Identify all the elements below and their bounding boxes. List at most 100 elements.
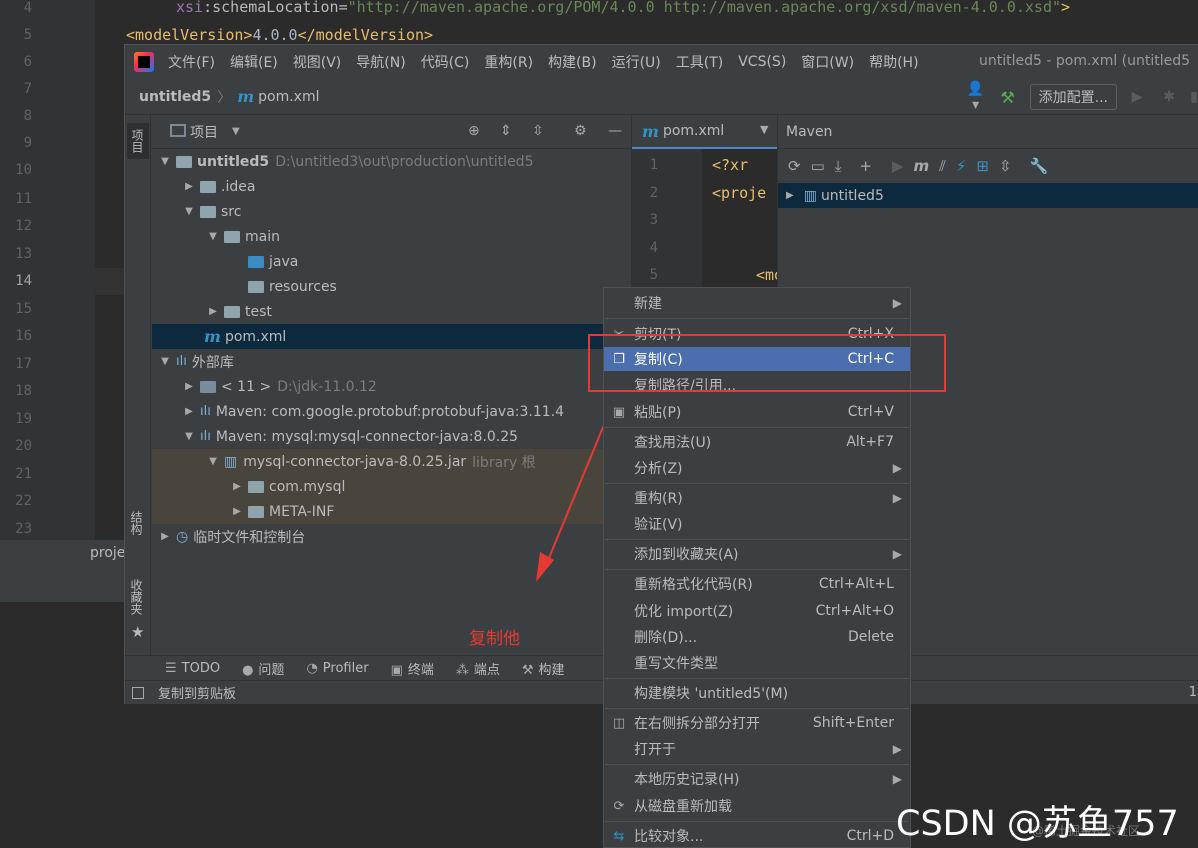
ctx-optimize-imports[interactable]: 优化 import(Z) Ctrl+Alt+O (604, 599, 910, 623)
ctx-open-in[interactable]: 打开于 ▶ (604, 737, 910, 761)
tree-item-resources[interactable]: resources (152, 274, 631, 299)
line-number: 5 (23, 27, 32, 43)
line-number: 13 (15, 246, 32, 262)
tool-profiler[interactable]: ◔ Profiler (306, 661, 368, 676)
download-icon[interactable]: ⤓ (835, 157, 842, 175)
folder-icon (224, 230, 240, 243)
ctx-build-module[interactable]: 构建模块 'untitled5'(M) (604, 681, 910, 705)
tree-item-jdk[interactable]: ▶ < 11 > D:\jdk-11.0.12 (152, 374, 631, 399)
chevron-down-icon[interactable]: ▼ (158, 356, 172, 367)
menu-code[interactable]: 代码(C) (421, 52, 470, 72)
menu-view[interactable]: 视图(V) (293, 52, 342, 72)
add-configuration-button[interactable]: 添加配置... (1029, 84, 1117, 110)
stop-icon[interactable]: ▮ (1189, 89, 1198, 105)
line-number: 11 (15, 191, 32, 207)
structure-tool-tab[interactable]: 结构 (128, 511, 145, 535)
breadcrumb-project[interactable]: untitled5 (139, 89, 211, 105)
menu-edit[interactable]: 编辑(E) (230, 52, 278, 72)
menu-refactor[interactable]: 重构(R) (484, 52, 533, 72)
minimize-icon[interactable]: — (608, 123, 622, 139)
tool-todo[interactable]: ☰ TODO (165, 661, 220, 676)
gear-icon[interactable]: ⚙ (574, 123, 587, 139)
tree-item-pom-xml[interactable]: m pom.xml (152, 324, 631, 349)
editor-tab-pom[interactable]: m pom.xml ▼ (632, 115, 777, 149)
tool-problems[interactable]: ● 问题 (242, 659, 284, 678)
tool-build[interactable]: ⚒ 构建 (522, 659, 565, 678)
project-panel-title[interactable]: 项目 (190, 122, 218, 142)
ctx-override-file-type[interactable]: 重写文件类型 (604, 651, 910, 675)
project-tool-tab[interactable]: 项目 (127, 123, 149, 159)
folder-reload-icon[interactable]: ▭ (811, 157, 825, 175)
ctx-reformat-code[interactable]: 重新格式化代码(R) Ctrl+Alt+L (604, 572, 910, 596)
tree-item-src[interactable]: ▼ src (152, 199, 631, 224)
tree-item-test[interactable]: ▶ test (152, 299, 631, 324)
maven-project-row[interactable]: ▶ ▥ untitled5 (778, 183, 1198, 208)
chevron-right-icon[interactable]: ▶ (230, 481, 244, 492)
ctx-find-usages[interactable]: 查找用法(U) Alt+F7 (604, 430, 910, 454)
maven-goal-icon[interactable]: m (914, 157, 930, 175)
collapse-all-icon[interactable]: ⇳ (532, 123, 544, 139)
collapse-icon[interactable]: ⇳ (999, 157, 1012, 175)
favorites-tool-tab[interactable]: 收藏夹 (128, 579, 145, 615)
ctx-compare-with[interactable]: ⇆ 比较对象... Ctrl+D (604, 824, 910, 848)
ctx-validate[interactable]: 验证(V) (604, 512, 910, 536)
chevron-right-icon[interactable]: ▶ (786, 190, 794, 201)
ctx-add-to-favorites[interactable]: 添加到收藏夹(A) ▶ (604, 542, 910, 566)
menu-tools[interactable]: 工具(T) (676, 52, 723, 72)
hammer-build-icon[interactable]: ⚒ (996, 88, 1020, 107)
run-icon[interactable]: ▶ (1125, 89, 1149, 105)
offline-icon[interactable]: ⚡ (956, 157, 967, 175)
ctx-paste[interactable]: ▣ 粘贴(P) Ctrl+V (604, 400, 910, 424)
ctx-delete[interactable]: 删除(D)... Delete (604, 625, 910, 649)
tool-terminal[interactable]: ▣ 终端 (391, 659, 434, 678)
chevron-right-icon[interactable]: ▶ (230, 506, 244, 517)
chevron-right-icon[interactable]: ▶ (182, 406, 196, 417)
locate-icon[interactable]: ⊕ (468, 123, 480, 139)
ctx-local-history[interactable]: 本地历史记录(H) ▶ (604, 767, 910, 791)
menu-navigate[interactable]: 导航(N) (356, 52, 405, 72)
tool-endpoints[interactable]: ⁂ 端点 (456, 659, 500, 678)
tree-item-idea[interactable]: ▶ .idea (152, 174, 631, 199)
chevron-down-icon[interactable]: ▼ (206, 231, 220, 242)
chevron-down-icon[interactable]: ▼ (182, 431, 196, 442)
ctx-open-split-right[interactable]: ◫ 在右侧拆分部分打开 Shift+Enter (604, 711, 910, 735)
chevron-down-icon[interactable]: ▼ (206, 456, 220, 467)
menu-build[interactable]: 构建(B) (548, 52, 597, 72)
skip-tests-icon[interactable]: ⫽ (939, 157, 946, 175)
tree-item-main[interactable]: ▼ main (152, 224, 631, 249)
chevron-right-icon[interactable]: ▶ (182, 181, 196, 192)
menu-help[interactable]: 帮助(H) (869, 52, 918, 72)
tree-item-project-root[interactable]: ▼ untitled5 D:\untitled3\out\production\… (152, 149, 631, 174)
chevron-right-icon[interactable]: ▶ (182, 381, 196, 392)
maven-file-icon: m (642, 121, 659, 141)
reload-icon[interactable]: ⟳ (788, 157, 801, 175)
ctx-new[interactable]: 新建 ▶ (604, 291, 910, 315)
chevron-right-icon[interactable]: ▶ (158, 531, 172, 542)
ctx-analyze[interactable]: 分析(Z) ▶ (604, 456, 910, 480)
wrench-icon[interactable]: 🔧 (1030, 157, 1049, 175)
info-icon: ● (242, 662, 254, 678)
ctx-reload-from-disk[interactable]: ⟳ 从磁盘重新加载 (604, 794, 910, 818)
menu-window[interactable]: 窗口(W) (801, 52, 854, 72)
debug-icon[interactable]: ✱ (1157, 89, 1181, 105)
user-icon[interactable]: 👤▾ (964, 81, 988, 113)
maven-title[interactable]: Maven (786, 124, 832, 140)
tree-item-external-libraries[interactable]: ▼ ılı 外部库 (152, 349, 631, 374)
tree-item-java[interactable]: java (152, 249, 631, 274)
status-window-icon[interactable] (132, 686, 144, 699)
add-icon[interactable]: + (859, 157, 872, 175)
chevron-down-icon[interactable]: ▼ (182, 206, 196, 217)
chevron-down-icon[interactable]: ▼ (760, 123, 768, 136)
background-tab-label[interactable]: proje (90, 545, 125, 561)
chevron-right-icon[interactable]: ▶ (206, 306, 220, 317)
chevron-down-icon[interactable]: ▼ (232, 126, 240, 137)
expand-all-icon[interactable]: ⇕ (500, 123, 512, 139)
chevron-down-icon[interactable]: ▼ (158, 156, 172, 167)
breadcrumb-file[interactable]: pom.xml (258, 89, 319, 105)
show-dependencies-icon[interactable]: ⊞ (976, 157, 989, 175)
menu-run[interactable]: 运行(U) (612, 52, 661, 72)
ctx-refactor[interactable]: 重构(R) ▶ (604, 486, 910, 510)
menu-file[interactable]: 文件(F) (168, 52, 215, 72)
run-icon[interactable]: ▶ (892, 157, 904, 175)
menu-vcs[interactable]: VCS(S) (738, 54, 786, 70)
